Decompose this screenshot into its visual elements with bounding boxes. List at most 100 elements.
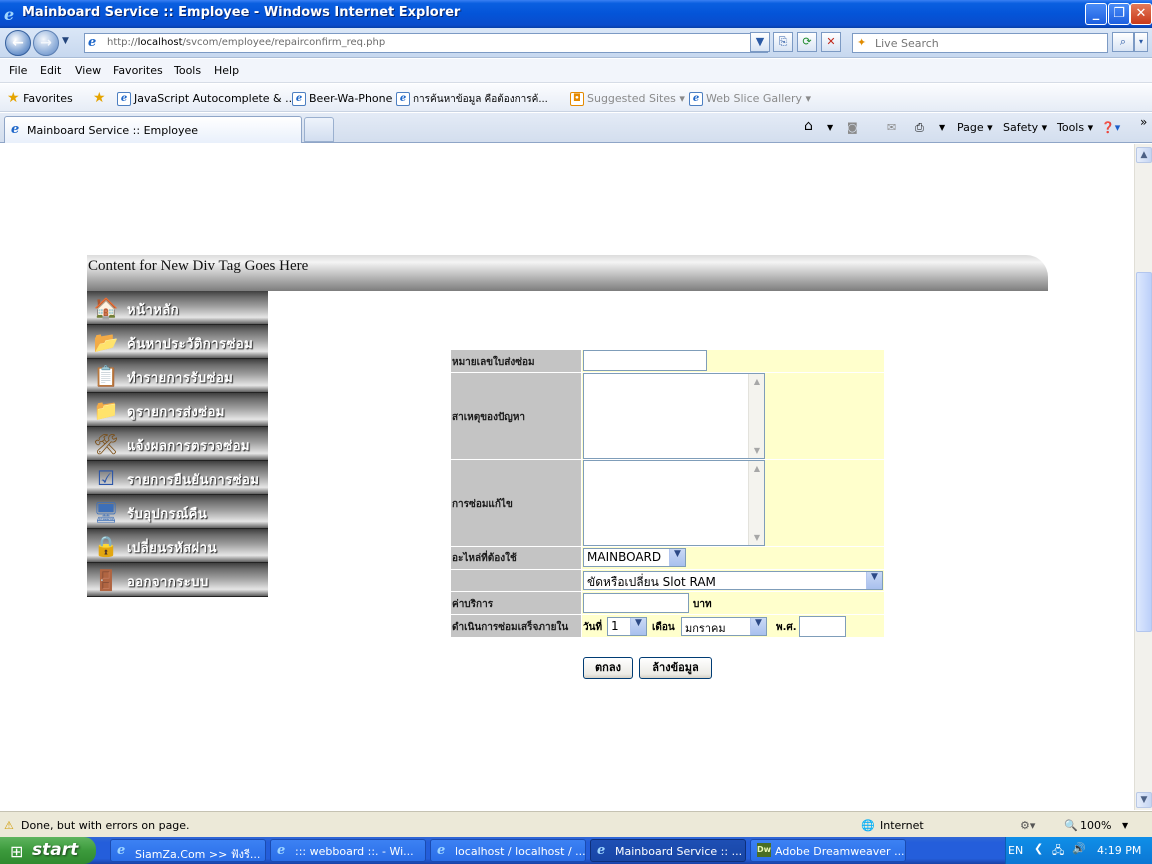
side-menu-label: รายการยืนยันการซ่อม	[127, 473, 260, 488]
search-options-button[interactable]: ▾	[1134, 32, 1148, 52]
reset-button[interactable]: ล้างข้อมูล	[639, 657, 712, 679]
zoom-dropdown-icon[interactable]: ▼	[1122, 821, 1128, 830]
forward-button[interactable]: →	[33, 30, 59, 56]
menu-favorites[interactable]: Favorites	[113, 64, 163, 77]
side-menu-item-search-history[interactable]: 📂 ค้นหาประวัติการซ่อม	[87, 325, 268, 359]
menu-help[interactable]: Help	[214, 64, 239, 77]
page-vertical-scrollbar[interactable]: ▲ ▼	[1134, 144, 1152, 810]
scroll-up-arrow-icon[interactable]: ▲	[749, 461, 765, 476]
field-cause-cell: ▲ ▼	[582, 373, 884, 459]
warning-icon[interactable]: ⚠	[4, 819, 14, 832]
print-icon[interactable]: ⎙	[915, 121, 924, 135]
fix-textarea[interactable]: ▲ ▼	[583, 460, 765, 546]
zoom-level[interactable]: 100%	[1080, 819, 1111, 832]
taskbar-item-localhost[interactable]: e localhost / localhost / ...	[430, 839, 586, 862]
help-icon[interactable]: ❓▾	[1101, 121, 1120, 134]
side-menu-item-return-device[interactable]: 🖥 รับอุปกรณ์คืน	[87, 495, 268, 529]
favorites-button[interactable]: ★ Favorites	[7, 90, 73, 106]
home-icon[interactable]: ⌂	[804, 118, 813, 134]
tray-expand-icon[interactable]: ❮	[1034, 842, 1043, 855]
protected-mode-icon[interactable]: ⚙▾	[1020, 819, 1035, 832]
favorite-link-thai-search[interactable]: e การค้นหาข้อมูล คือต้องการค้...	[396, 92, 548, 107]
feeds-icon[interactable]: ◙	[847, 121, 858, 134]
year-input[interactable]	[799, 616, 846, 637]
label-repair-no: หมายเลขใบส่งซ่อม	[452, 357, 535, 368]
refresh-button[interactable]: ⟳	[797, 32, 817, 52]
address-field[interactable]: e http://localhost/svcom/employee/repair…	[84, 33, 768, 53]
close-button[interactable]: ✕	[1130, 3, 1152, 25]
scroll-down-arrow-icon[interactable]: ▼	[749, 530, 765, 545]
start-button[interactable]: ⊞ start	[0, 837, 96, 864]
page-menu[interactable]: Page ▾	[957, 121, 993, 134]
checklist-icon: ☑	[97, 466, 115, 490]
side-menu-item-confirm-list[interactable]: ☑ รายการยืนยันการซ่อม	[87, 461, 268, 495]
repair-no-input[interactable]	[583, 350, 707, 371]
tools-icon: 🛠	[93, 432, 119, 456]
scroll-down-arrow-icon[interactable]: ▼	[1136, 792, 1152, 808]
label-fix: การซ่อมแก้ไข	[452, 499, 513, 510]
start-label: start	[32, 840, 79, 860]
compatibility-view-button[interactable]: ⎘	[773, 32, 793, 52]
back-button[interactable]: ←	[5, 30, 31, 56]
home-dropdown-icon[interactable]: ▼	[827, 123, 833, 132]
tab-mainboard-service[interactable]: e Mainboard Service :: Employee	[4, 116, 302, 143]
side-menu-label: รับอุปกรณ์คืน	[127, 507, 208, 522]
day-select[interactable]: 1 ▼	[607, 617, 647, 636]
side-menu-label: ดูรายการส่งซ่อม	[127, 405, 225, 420]
minimize-button[interactable]: _	[1085, 3, 1107, 25]
web-slice-gallery-button[interactable]: e Web Slice Gallery ▾	[689, 92, 811, 106]
menu-file[interactable]: File	[9, 64, 27, 77]
menu-tools[interactable]: Tools	[174, 64, 201, 77]
volume-icon[interactable]: 🔊	[1072, 842, 1086, 855]
side-menu-item-view-repairs[interactable]: 📁 ดูรายการส่งซ่อม	[87, 393, 268, 427]
menu-view[interactable]: View	[75, 64, 101, 77]
search-field[interactable]: ✦	[852, 33, 1108, 53]
maximize-button[interactable]: ❐	[1108, 3, 1130, 25]
language-indicator[interactable]: EN	[1008, 844, 1023, 857]
search-input[interactable]	[875, 36, 1103, 51]
cause-textarea-scrollbar[interactable]: ▲ ▼	[748, 374, 764, 458]
service-fee-input[interactable]	[583, 593, 689, 613]
recent-pages-dropdown-icon[interactable]: ▼	[62, 36, 69, 46]
toolbar-overflow-chevron-icon[interactable]: »	[1140, 115, 1147, 129]
side-menu-item-create-repair[interactable]: 📋 ทำรายการรับซ่อม	[87, 359, 268, 393]
window-title-bar[interactable]: e Mainboard Service :: Employee - Window…	[0, 0, 1152, 28]
ie-page-icon: e	[396, 92, 410, 106]
taskbar-item-siamza[interactable]: e SiamZa.Com >> ฟังรี...	[110, 839, 266, 862]
menu-edit[interactable]: Edit	[40, 64, 61, 77]
side-menu-item-logout[interactable]: 🚪 ออกจากระบบ	[87, 563, 268, 597]
read-mail-icon[interactable]: ✉	[887, 121, 896, 134]
taskbar-item-webboard[interactable]: e::: webboard ::. - Wi...	[270, 839, 426, 862]
label-parts-cell: อะไหล่ที่ต้องใช้	[451, 547, 581, 569]
taskbar-item-dreamweaver[interactable]: Dw Adobe Dreamweaver ...	[750, 839, 906, 862]
new-tab-button[interactable]	[304, 117, 334, 142]
side-menu-item-home[interactable]: 🏠 หน้าหลัก	[87, 291, 268, 325]
scrollbar-thumb[interactable]	[1136, 272, 1152, 632]
add-to-favorites-bar-icon[interactable]: ★	[93, 90, 106, 106]
ie-icon: e	[437, 843, 446, 858]
search-button[interactable]: ⌕	[1112, 32, 1134, 52]
favorite-link-javascript-autocomplete[interactable]: e JavaScript Autocomplete & ...	[117, 92, 296, 106]
address-dropdown-button[interactable]: ▼	[750, 32, 770, 52]
tools-menu[interactable]: Tools ▾	[1057, 121, 1093, 134]
side-menu-item-change-password[interactable]: 🔒 เปลี่ยนรหัสผ่าน	[87, 529, 268, 563]
suggested-sites-button[interactable]: ◘ Suggested Sites ▾	[570, 92, 685, 106]
fix-textarea-scrollbar[interactable]: ▲ ▼	[748, 461, 764, 545]
taskbar-item-mainboard-service[interactable]: e Mainboard Service :: ...	[590, 839, 746, 862]
scroll-down-arrow-icon[interactable]: ▼	[749, 443, 765, 458]
cause-textarea[interactable]: ▲ ▼	[583, 373, 765, 459]
chevron-down-icon: ▼	[630, 618, 646, 635]
print-dropdown-icon[interactable]: ▼	[939, 123, 945, 132]
favorites-bar: ★ Favorites ★ e JavaScript Autocomplete &…	[0, 84, 1152, 112]
part-detail-select[interactable]: ขัดหรือเปลี่ยน Slot RAM ▼	[583, 571, 883, 590]
favorite-link-beer-wa-phone[interactable]: e Beer-Wa-Phone	[292, 92, 392, 106]
network-icon[interactable]: 🖧	[1052, 842, 1064, 861]
month-select[interactable]: มกราคม ▼	[681, 617, 767, 636]
submit-button[interactable]: ตกลง	[583, 657, 633, 679]
safety-menu[interactable]: Safety ▾	[1003, 121, 1047, 134]
scroll-up-arrow-icon[interactable]: ▲	[749, 374, 765, 389]
side-menu-item-report-result[interactable]: 🛠 แจ้งผลการตรวจซ่อม	[87, 427, 268, 461]
part-category-select[interactable]: MAINBOARD ▼	[583, 548, 686, 567]
scroll-up-arrow-icon[interactable]: ▲	[1136, 147, 1152, 163]
stop-button[interactable]: ✕	[821, 32, 841, 52]
